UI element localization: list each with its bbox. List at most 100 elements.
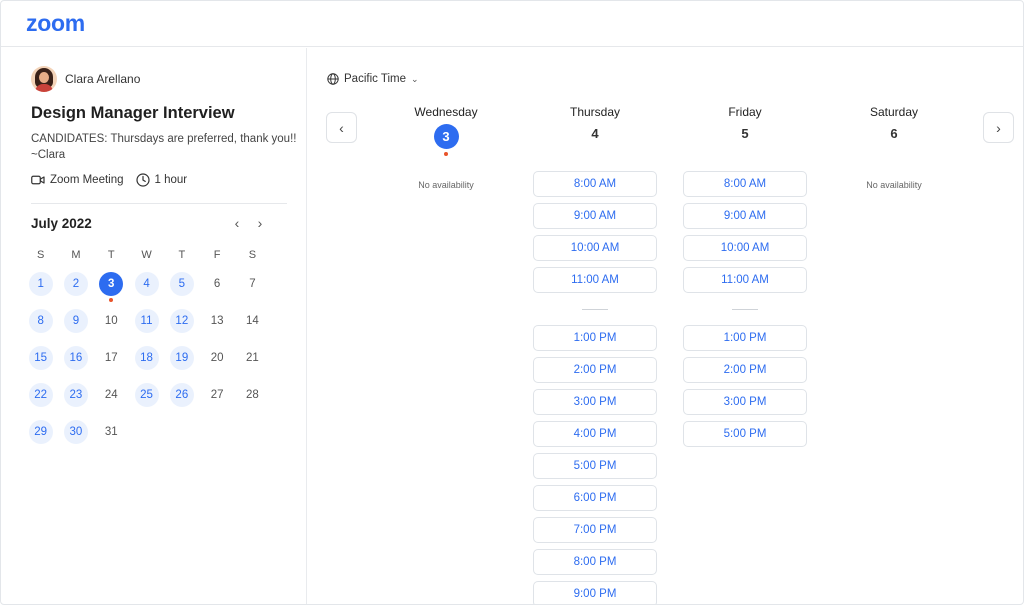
calendar-day-number: 31 [104, 425, 118, 438]
calendar-day-28: 28 [240, 383, 264, 407]
calendar-day-number: 19 [175, 351, 189, 364]
calendar-week: 1 2 3 4 5 6 7 [23, 266, 273, 303]
day-name: Wednesday [414, 105, 478, 119]
today-indicator [444, 152, 448, 156]
day-number: 3 [433, 124, 459, 149]
next-week-button[interactable]: › [983, 112, 1014, 143]
host-name: Clara Arellano [65, 72, 141, 86]
calendar-day-5[interactable]: 5 [169, 272, 194, 297]
calendar-day-3[interactable]: 3 [99, 272, 124, 303]
time-slot-button[interactable]: 5:00 PM [683, 421, 807, 447]
calendar-week: 22 23 24 25 26 27 28 [23, 376, 273, 413]
time-slot-button[interactable]: 8:00 AM [683, 171, 807, 197]
calendar-day-26[interactable]: 26 [169, 382, 194, 407]
calendar-day-number: 26 [175, 388, 189, 401]
calendar-day-4[interactable]: 4 [134, 272, 159, 297]
calendar-day-20: 20 [205, 346, 229, 370]
time-slot-button[interactable]: 10:00 AM [683, 235, 807, 261]
time-slot-button[interactable]: 3:00 PM [683, 389, 807, 415]
chevron-right-icon: › [996, 119, 1001, 136]
day-column-saturday: Saturday 6 [832, 105, 956, 147]
calendar-day-number: 24 [104, 388, 118, 401]
calendar-day-13: 13 [205, 309, 229, 333]
calendar-day-6: 6 [205, 272, 229, 296]
calendar-day-number: 29 [34, 425, 48, 438]
day-number: 6 [890, 126, 898, 141]
time-slot-button[interactable]: 2:00 PM [683, 357, 807, 383]
calendar-day-number: 1 [37, 278, 44, 291]
calendar-day-number: 7 [249, 278, 256, 291]
calendar-day-number: 15 [34, 351, 48, 364]
day-number: 4 [591, 126, 599, 141]
timezone-label: Pacific Time [344, 73, 406, 85]
time-slot-button[interactable]: 9:00 PM [533, 581, 657, 604]
calendar-day-16[interactable]: 16 [63, 345, 88, 370]
next-month-button[interactable]: › [251, 214, 269, 232]
calendar-day-number: 18 [140, 351, 153, 364]
time-slot-button[interactable]: 8:00 AM [533, 171, 657, 197]
weekday-label: S [36, 249, 45, 261]
calendar-day-7: 7 [240, 272, 264, 296]
calendar-day-1[interactable]: 1 [28, 272, 53, 297]
zoom-logo[interactable]: zoom [26, 10, 85, 37]
meeting-type: Zoom Meeting [31, 174, 124, 186]
calendar-day-19[interactable]: 19 [169, 345, 194, 370]
calendar-day-22[interactable]: 22 [28, 382, 53, 407]
calendar-day-30[interactable]: 30 [63, 419, 88, 444]
calendar-day-number: 13 [210, 315, 224, 328]
calendar-week: 8 9 10 11 12 13 14 [23, 303, 273, 340]
calendar-day-14: 14 [240, 309, 264, 333]
day-column-thursday: Thursday 4 [533, 105, 657, 147]
time-slot-button[interactable]: 9:00 AM [683, 203, 807, 229]
day-column-wednesday: Wednesday 3 [384, 105, 508, 156]
calendar-day-17: 17 [99, 346, 123, 370]
time-slot-button[interactable]: 11:00 AM [683, 267, 807, 293]
prev-week-button[interactable]: ‹ [326, 112, 357, 143]
divider [31, 203, 287, 204]
time-slot-list: 8:00 AM 9:00 AM 10:00 AM 11:00 AM 1:00 PM 2:0… [683, 171, 807, 453]
time-slot-button[interactable]: 3:00 PM [533, 389, 657, 415]
time-slot-button[interactable]: 6:00 PM [533, 485, 657, 511]
time-slot-button[interactable]: 1:00 PM [533, 325, 657, 351]
calendar-day-number: 12 [175, 315, 189, 328]
meeting-type-label: Zoom Meeting [50, 174, 124, 186]
time-slot-button[interactable]: 8:00 PM [533, 549, 657, 575]
calendar-day-25[interactable]: 25 [134, 382, 159, 407]
calendar-day-18[interactable]: 18 [134, 345, 159, 370]
weekday-label: F [213, 249, 221, 261]
calendar-day-11[interactable]: 11 [134, 309, 159, 334]
calendar-day-8[interactable]: 8 [28, 309, 53, 334]
calendar-day-15[interactable]: 15 [28, 345, 53, 370]
calendar-day-9[interactable]: 9 [63, 309, 88, 334]
time-slot-button[interactable]: 4:00 PM [533, 421, 657, 447]
weekday-label: M [71, 249, 81, 261]
time-slot-button[interactable]: 9:00 AM [533, 203, 657, 229]
calendar-day-number: 8 [37, 315, 44, 328]
calendar-day-number: 30 [69, 425, 83, 438]
calendar-day-number: 25 [140, 388, 153, 401]
time-slot-button[interactable]: 2:00 PM [533, 357, 657, 383]
timezone-selector[interactable]: Pacific Time ⌄ [327, 73, 419, 85]
avatar [31, 66, 57, 92]
month-label: July 2022 [31, 216, 92, 231]
calendar-day-12[interactable]: 12 [169, 309, 194, 334]
day-number: 5 [741, 126, 749, 141]
prev-month-button[interactable]: ‹ [228, 214, 246, 232]
day-name: Thursday [569, 105, 621, 119]
calendar-day-number: 27 [210, 388, 224, 401]
calendar-day-number: 11 [140, 315, 153, 328]
time-slot-button[interactable]: 5:00 PM [533, 453, 657, 479]
calendar-day-23[interactable]: 23 [63, 382, 88, 407]
no-availability-label: No availability [866, 180, 922, 190]
time-slot-button[interactable]: 11:00 AM [533, 267, 657, 293]
time-slot-button[interactable]: 7:00 PM [533, 517, 657, 543]
calendar-day-29[interactable]: 29 [28, 419, 53, 444]
time-slot-button[interactable]: 10:00 AM [533, 235, 657, 261]
calendar-day-2[interactable]: 2 [63, 272, 88, 297]
time-slot-button[interactable]: 1:00 PM [683, 325, 807, 351]
chevron-left-icon: ‹ [339, 119, 344, 136]
calendar-day-21: 21 [240, 346, 264, 370]
calendar-day-number: 28 [246, 388, 259, 401]
calendar-day-27: 27 [205, 383, 229, 407]
duration-label: 1 hour [154, 174, 188, 186]
